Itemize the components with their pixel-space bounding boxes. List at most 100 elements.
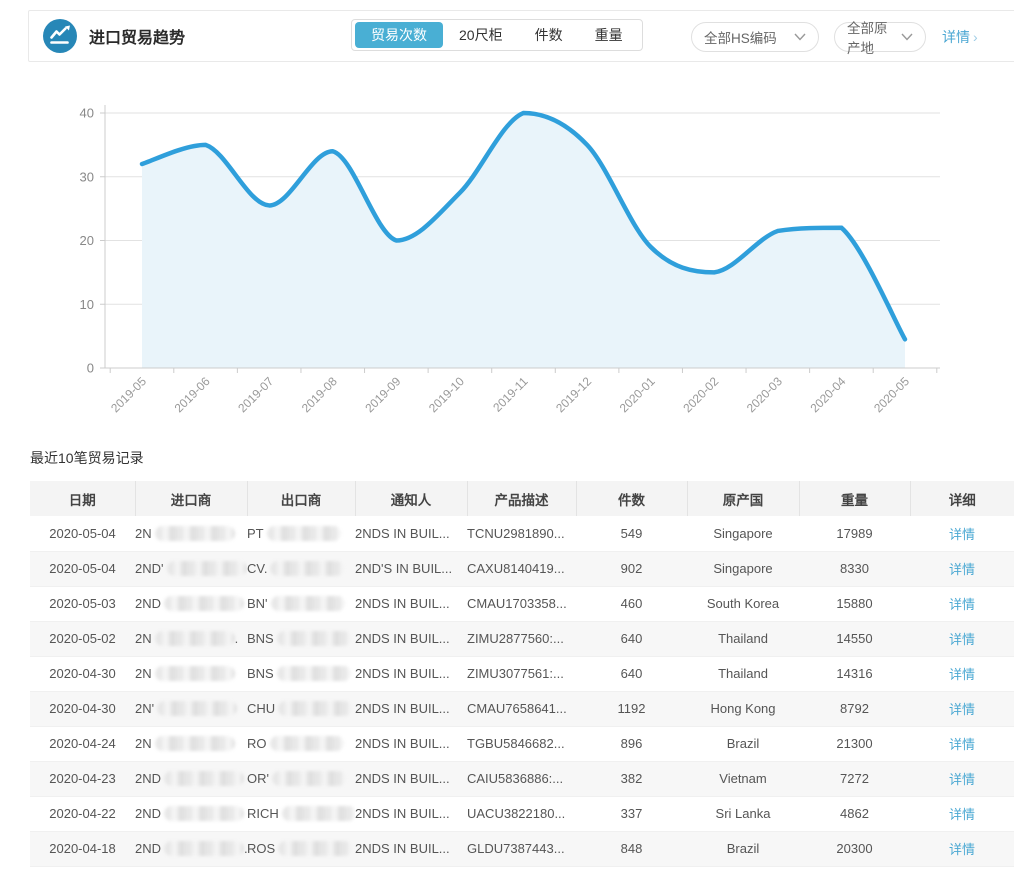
cell-weight: 4862	[799, 796, 910, 831]
cell-product: UACU3822180...	[467, 796, 576, 831]
importer-prefix: 2N	[135, 526, 152, 541]
cell-pieces: 337	[576, 796, 687, 831]
svg-text:2019-06: 2019-06	[172, 374, 213, 415]
row-detail-link[interactable]: 详情	[949, 632, 975, 647]
importer-prefix: 2ND	[135, 806, 161, 821]
cell-origin: Vietnam	[687, 761, 799, 796]
cell-pieces: 1192	[576, 691, 687, 726]
redacted-importer-name	[164, 841, 244, 856]
cell-pieces: 460	[576, 586, 687, 621]
importer-prefix: 2N'	[135, 701, 154, 716]
cell-date: 2020-04-30	[30, 691, 135, 726]
cell-notify: 2NDS IN BUIL...	[355, 831, 467, 866]
row-detail-link[interactable]: 详情	[949, 527, 975, 542]
exporter-prefix: BNS	[247, 666, 274, 681]
table-row: 2020-04-182ND.ROS2NDS IN BUIL...GLDU7387…	[30, 831, 1014, 866]
cell-date: 2020-05-03	[30, 586, 135, 621]
cell-product: CMAU1703358...	[467, 586, 576, 621]
svg-text:2020-04: 2020-04	[807, 374, 848, 415]
row-detail-link[interactable]: 详情	[949, 842, 975, 857]
cell-product: CAXU8140419...	[467, 551, 576, 586]
cell-weight: 14316	[799, 656, 910, 691]
cell-weight: 21300	[799, 726, 910, 761]
cell-notify: 2ND'S IN BUIL...	[355, 551, 467, 586]
exporter-prefix: OR'	[247, 771, 269, 786]
cell-notify: 2NDS IN BUIL...	[355, 586, 467, 621]
cell-pieces: 549	[576, 516, 687, 551]
row-detail-link[interactable]: 详情	[949, 597, 975, 612]
cell-exporter: BNS	[247, 656, 355, 691]
cell-product: GLDU7387443...	[467, 831, 576, 866]
row-detail-link[interactable]: 详情	[949, 807, 975, 822]
svg-text:2020-01: 2020-01	[617, 374, 658, 415]
column-header-6: 原产国	[687, 481, 799, 516]
svg-text:2020-03: 2020-03	[744, 374, 785, 415]
importer-suffix: .	[235, 631, 239, 646]
cell-product: TCNU2981890...	[467, 516, 576, 551]
cell-weight: 7272	[799, 761, 910, 796]
tab-2[interactable]: 件数	[519, 22, 579, 48]
cell-importer: 2N	[135, 726, 247, 761]
row-detail-link[interactable]: 详情	[949, 562, 975, 577]
cell-notify: 2NDS IN BUIL...	[355, 796, 467, 831]
chevron-right-icon: ›	[973, 29, 978, 45]
svg-text:2019-05: 2019-05	[108, 374, 149, 415]
cell-origin: South Korea	[687, 586, 799, 621]
section-title: 最近10笔贸易记录	[30, 448, 144, 468]
trend-line-icon	[43, 19, 77, 53]
redacted-exporter-name	[277, 666, 351, 681]
cell-date: 2020-04-23	[30, 761, 135, 796]
cell-importer: 2N.	[135, 621, 247, 656]
cell-exporter: ROS	[247, 831, 355, 866]
cell-detail: 详情	[910, 656, 1014, 691]
row-detail-link[interactable]: 详情	[949, 737, 975, 752]
origin-dropdown[interactable]: 全部原产地	[834, 22, 926, 52]
cell-date: 2020-05-04	[30, 551, 135, 586]
tab-1[interactable]: 20尺柜	[443, 22, 519, 48]
importer-prefix: 2ND	[135, 771, 161, 786]
cell-notify: 2NDS IN BUIL...	[355, 726, 467, 761]
exporter-prefix: BNS	[247, 631, 274, 646]
svg-text:2019-10: 2019-10	[426, 374, 467, 415]
exporter-prefix: BN'	[247, 596, 268, 611]
redacted-exporter-name	[278, 701, 352, 716]
cell-product: ZIMU2877560:...	[467, 621, 576, 656]
redacted-exporter-name	[272, 771, 346, 786]
column-header-7: 重量	[799, 481, 910, 516]
tab-3[interactable]: 重量	[579, 22, 639, 48]
cell-origin: Singapore	[687, 551, 799, 586]
row-detail-link[interactable]: 详情	[949, 702, 975, 717]
hs-code-dropdown[interactable]: 全部HS编码	[691, 22, 819, 52]
cell-importer: 2ND'	[135, 551, 247, 586]
row-detail-link[interactable]: 详情	[949, 772, 975, 787]
chevron-down-icon	[901, 33, 913, 41]
redacted-exporter-name	[270, 561, 344, 576]
cell-origin: Singapore	[687, 516, 799, 551]
cell-importer: 2ND	[135, 796, 247, 831]
cell-date: 2020-04-30	[30, 656, 135, 691]
redacted-importer-name	[155, 736, 235, 751]
redacted-exporter-name	[271, 596, 345, 611]
origin-dropdown-value: 全部原产地	[847, 17, 895, 57]
metric-tab-group: 贸易次数20尺柜件数重量	[351, 19, 643, 51]
cell-product: TGBU5846682...	[467, 726, 576, 761]
cell-origin: Brazil	[687, 726, 799, 761]
cell-origin: Brazil	[687, 831, 799, 866]
cell-exporter: RICH	[247, 796, 355, 831]
redacted-exporter-name	[270, 736, 344, 751]
svg-text:10: 10	[80, 297, 94, 312]
table-row: 2020-05-022N.BNS2NDS IN BUIL...ZIMU28775…	[30, 621, 1014, 656]
tab-0[interactable]: 贸易次数	[355, 22, 443, 48]
cell-exporter: PT	[247, 516, 355, 551]
table-row: 2020-05-032NDBN'2NDS IN BUIL...CMAU17033…	[30, 586, 1014, 621]
cell-weight: 8792	[799, 691, 910, 726]
trade-records-table: 日期进口商出口商通知人产品描述件数原产国重量详细 2020-05-042NPT2…	[30, 481, 1014, 867]
column-header-0: 日期	[30, 481, 135, 516]
header-detail-link[interactable]: 详情 ›	[942, 27, 978, 47]
column-header-8: 详细	[910, 481, 1014, 516]
column-header-5: 件数	[576, 481, 687, 516]
cell-date: 2020-05-02	[30, 621, 135, 656]
cell-pieces: 902	[576, 551, 687, 586]
row-detail-link[interactable]: 详情	[949, 667, 975, 682]
table-row: 2020-04-302N'CHU2NDS IN BUIL...CMAU76586…	[30, 691, 1014, 726]
